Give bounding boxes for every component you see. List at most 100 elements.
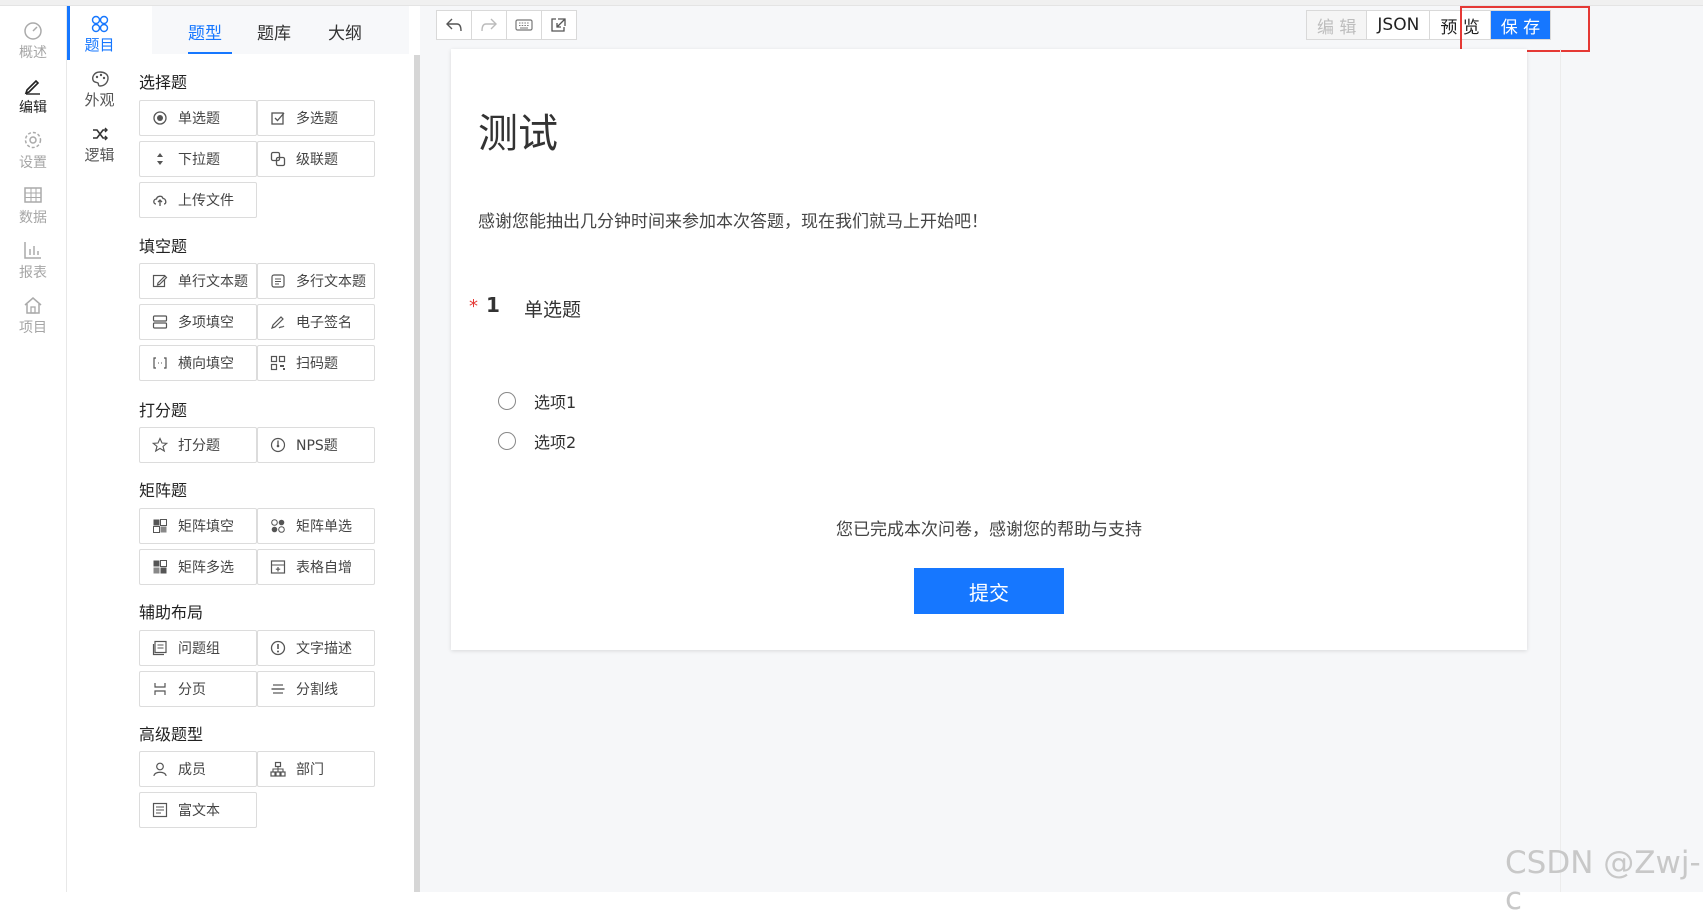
qtype-label: 打分题	[178, 438, 220, 454]
group-icon	[152, 640, 167, 656]
qtype-label: 成员	[178, 762, 206, 778]
qtype-cascade[interactable]: 级联题	[257, 141, 375, 177]
qtype-label: 电子签名	[296, 315, 352, 331]
qtype-page-break[interactable]: 分页	[139, 671, 257, 707]
qtype-signature[interactable]: 电子签名	[257, 304, 375, 340]
qtype-matrix-multi[interactable]: 矩阵多选	[139, 549, 257, 585]
qtype-upload[interactable]: 上传文件	[139, 182, 257, 218]
qtype-label: 矩阵多选	[178, 560, 234, 576]
redo-button[interactable]	[472, 11, 507, 39]
qtype-horizontal-fill[interactable]: 横向填空	[139, 345, 257, 381]
radio-circle-icon[interactable]	[498, 392, 516, 410]
home-icon	[24, 297, 42, 314]
history-toolbar	[436, 10, 577, 40]
info-icon	[270, 640, 286, 656]
star-icon	[152, 437, 168, 453]
qtype-label: 矩阵填空	[178, 519, 234, 535]
submit-button[interactable]: 提交	[914, 568, 1064, 614]
dropdown-icon	[157, 153, 163, 165]
subnav-item-logic[interactable]: 逻辑	[67, 118, 132, 174]
question-number: 1	[486, 293, 500, 317]
qtype-label: 多选题	[296, 111, 338, 127]
nav-item-label: 数据	[19, 210, 47, 226]
org-icon	[270, 761, 286, 777]
qtype-label: 部门	[296, 762, 324, 778]
section-title-fill: 填空题	[139, 237, 188, 256]
qtype-matrix-single[interactable]: 矩阵单选	[257, 508, 375, 544]
qtype-text-description[interactable]: 文字描述	[257, 630, 375, 666]
qtype-department[interactable]: 部门	[257, 751, 375, 787]
qtype-multi-fill[interactable]: 多项填空	[139, 304, 257, 340]
table-add-icon	[270, 560, 286, 574]
nav-item-reports[interactable]: 报表	[0, 234, 66, 290]
qtype-label: 矩阵单选	[296, 519, 352, 535]
option-2[interactable]: 选项2	[498, 429, 576, 453]
qtype-label: 分页	[178, 682, 206, 698]
matrix-icon	[153, 519, 167, 533]
undo-button[interactable]	[437, 11, 472, 39]
survey-paper: 测试 感谢您能抽出几分钟时间来参加本次答题，现在我们就马上开始吧！ * 1 单选…	[451, 49, 1527, 650]
section-title-choice: 选择题	[139, 73, 188, 92]
qtype-scan-code[interactable]: 扫码题	[257, 345, 375, 381]
gear-icon	[24, 131, 42, 149]
qtype-label: 富文本	[178, 803, 220, 819]
qtype-rating[interactable]: 打分题	[139, 427, 257, 463]
question-title[interactable]: 单选题	[524, 295, 581, 322]
nav-item-data[interactable]: 数据	[0, 179, 66, 235]
radio-circle-icon[interactable]	[498, 432, 516, 450]
qtype-member[interactable]: 成员	[139, 751, 257, 787]
user-icon	[153, 762, 167, 777]
subnav-item-appearance[interactable]: 外观	[67, 63, 132, 119]
tab-question-bank[interactable]: 题库	[257, 19, 291, 44]
qtype-table-grow[interactable]: 表格自增	[257, 549, 375, 585]
qtype-single-choice[interactable]: 单选题	[139, 100, 257, 136]
nav-item-edit[interactable]: 编辑	[0, 69, 66, 125]
radio-icon	[153, 111, 167, 125]
qtype-nps[interactable]: NPS题	[257, 427, 375, 463]
pencil-icon	[24, 79, 40, 95]
qtype-label: 下拉题	[178, 152, 220, 168]
bracket-icon	[153, 357, 167, 369]
bar-chart-icon	[24, 242, 41, 259]
qtype-multi-line[interactable]: 多行文本题	[257, 263, 375, 299]
survey-description[interactable]: 感谢您能抽出几分钟时间来参加本次答题，现在我们就马上开始吧！	[478, 207, 988, 232]
nav-item-overview[interactable]: 概述	[0, 14, 66, 70]
nav-item-project[interactable]: 项目	[0, 289, 66, 345]
edit-icon	[152, 274, 168, 288]
qtype-label: NPS题	[296, 438, 338, 454]
divider-icon	[271, 684, 285, 694]
qrcode-icon	[270, 355, 286, 371]
section-title-layout: 辅助布局	[139, 603, 204, 622]
nav-item-settings[interactable]: 设置	[0, 124, 66, 180]
pagebreak-icon	[154, 683, 166, 695]
upload-icon	[153, 195, 167, 206]
qtype-single-line[interactable]: 单行文本题	[139, 263, 257, 299]
tab-question-types[interactable]: 题型	[188, 19, 222, 44]
qtype-rich-text[interactable]: 富文本	[139, 792, 257, 828]
survey-title[interactable]: 测试	[478, 101, 558, 159]
option-label: 选项2	[534, 433, 577, 452]
redo-icon	[481, 18, 497, 32]
required-mark: *	[469, 296, 478, 317]
qtype-matrix-fill[interactable]: 矩阵填空	[139, 508, 257, 544]
qtype-label: 单选题	[178, 111, 220, 127]
keyboard-button[interactable]	[507, 11, 542, 39]
qtype-label: 表格自增	[296, 560, 352, 576]
qtype-dropdown[interactable]: 下拉题	[139, 141, 257, 177]
tab-outline[interactable]: 大纲	[328, 19, 362, 44]
table-icon	[24, 187, 42, 203]
json-button[interactable]: JSON	[1367, 11, 1431, 39]
qtype-question-group[interactable]: 问题组	[139, 630, 257, 666]
subnav-item-label: 逻辑	[84, 146, 115, 164]
canvas-right-edge	[1560, 49, 1561, 892]
subnav-item-questions[interactable]: 题目	[67, 8, 132, 64]
qtype-label: 文字描述	[296, 641, 352, 657]
matrix-check-icon	[153, 560, 167, 574]
edit-button[interactable]: 编 辑	[1307, 11, 1368, 39]
option-1[interactable]: 选项1	[498, 389, 576, 413]
watermark: CSDN @Zwj-c	[1505, 845, 1701, 917]
section-title-rating: 打分题	[139, 401, 188, 420]
qtype-multi-choice[interactable]: 多选题	[257, 100, 375, 136]
import-button[interactable]	[542, 11, 576, 39]
qtype-divider[interactable]: 分割线	[257, 671, 375, 707]
